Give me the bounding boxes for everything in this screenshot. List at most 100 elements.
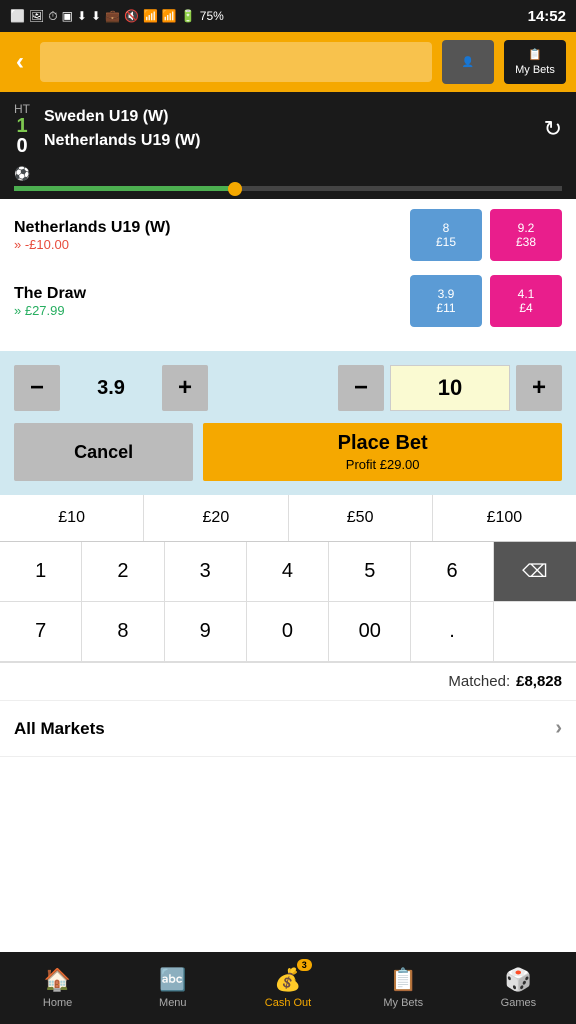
key-4[interactable]: 4 — [247, 542, 329, 602]
quick-10[interactable]: £10 — [0, 495, 144, 541]
ht-label: HT — [14, 102, 30, 116]
cashout-badge-wrap: 💰 3 — [274, 967, 301, 993]
key-empty — [494, 602, 576, 662]
key-00[interactable]: 00 — [329, 602, 411, 662]
mybets-icon: 📋 — [390, 967, 417, 993]
bottom-nav: 🏠 Home 🔤 Menu 💰 3 Cash Out 📋 My Bets 🎲 G… — [0, 952, 576, 1024]
top-nav: ‹ 👤 📋 My Bets — [0, 32, 576, 92]
matched-label: Matched: — [448, 673, 510, 690]
netherlands-odds: 8 £15 9.2 £38 — [410, 209, 562, 261]
stake-input[interactable] — [390, 365, 510, 411]
netherlands-lay-vol: £38 — [516, 235, 536, 249]
draw-odds: 3.9 £11 4.1 £4 — [410, 275, 562, 327]
download2-icon: ⬇ — [91, 9, 101, 23]
odds-stepper: − + — [14, 365, 328, 411]
wifi-icon: 📶 — [143, 9, 158, 23]
stake-increase-button[interactable]: + — [516, 365, 562, 411]
mybets-nav-button[interactable]: 📋 My Bets — [504, 40, 566, 84]
odds-value-input[interactable] — [66, 365, 156, 411]
key-1[interactable]: 1 — [0, 542, 82, 602]
nav-home[interactable]: 🏠 Home — [0, 952, 115, 1024]
score-home: 1 — [16, 116, 27, 136]
place-bet-profit: Profit £29.00 — [346, 457, 420, 472]
match-teams: Sweden U19 (W) Netherlands U19 (W) — [44, 105, 530, 153]
key-9[interactable]: 9 — [165, 602, 247, 662]
account-button[interactable]: 👤 — [442, 40, 494, 84]
match-header: HT 1 0 Sweden U19 (W) Netherlands U19 (W… — [0, 92, 576, 166]
key-2[interactable]: 2 — [82, 542, 164, 602]
key-3[interactable]: 3 — [165, 542, 247, 602]
key-backspace[interactable]: ⌫ — [494, 542, 576, 602]
cashout-icon: 💰 — [274, 967, 301, 992]
nav-games[interactable]: 🎲 Games — [461, 952, 576, 1024]
draw-pl: » £27.99 — [14, 303, 410, 318]
key-5[interactable]: 5 — [329, 542, 411, 602]
draw-lay-odds: 4.1 — [518, 287, 535, 301]
nav-cashout-label: Cash Out — [265, 997, 311, 1009]
battery-icon: 🔋 — [181, 9, 196, 23]
image-icon: 🖼 — [29, 9, 44, 23]
odds-decrease-button[interactable]: − — [14, 365, 60, 411]
progress-track — [14, 186, 562, 191]
wallet-icon: 💼 — [105, 9, 120, 23]
matched-row: Matched: £8,828 — [0, 663, 576, 701]
quick-100[interactable]: £100 — [433, 495, 576, 541]
quick-20[interactable]: £20 — [144, 495, 288, 541]
team-away: Netherlands U19 (W) — [44, 129, 530, 153]
netherlands-team-name: Netherlands U19 (W) — [14, 219, 410, 237]
download-icon: ⬇ — [77, 9, 87, 23]
draw-lay-btn[interactable]: 4.1 £4 — [490, 275, 562, 327]
brand-logo — [40, 42, 432, 82]
netherlands-back-vol: £15 — [436, 235, 456, 249]
back-button[interactable]: ‹ — [10, 48, 30, 76]
progress-marker — [228, 182, 242, 196]
nav-menu[interactable]: 🔤 Menu — [115, 952, 230, 1024]
betting-section: Netherlands U19 (W) » -£10.00 8 £15 9.2 … — [0, 199, 576, 351]
bet-actions: Cancel Place Bet Profit £29.00 — [14, 423, 562, 481]
all-markets-label: All Markets — [14, 719, 105, 739]
soccer-ball-icon: ⚽ — [14, 166, 30, 182]
bet-team-draw: The Draw » £27.99 — [14, 285, 410, 318]
key-dot[interactable]: . — [411, 602, 493, 662]
bet-slip: − + − + Cancel Place Bet Profit £29.00 — [0, 351, 576, 495]
draw-back-btn[interactable]: 3.9 £11 — [410, 275, 482, 327]
clock-icon: ⏱ — [48, 9, 57, 24]
odds-increase-button[interactable]: + — [162, 365, 208, 411]
nav-mybets-label: My Bets — [383, 997, 423, 1009]
key-6[interactable]: 6 — [411, 542, 493, 602]
draw-team-name: The Draw — [14, 285, 410, 303]
refresh-button[interactable]: ↻ — [544, 116, 562, 142]
match-score: HT 1 0 — [14, 102, 30, 156]
betslip-icon: 📋 — [528, 48, 542, 61]
signal-icon: 📶 — [162, 9, 177, 23]
stake-decrease-button[interactable]: − — [338, 365, 384, 411]
status-bar: ⬜ 🖼 ⏱ ▣ ⬇ ⬇ 💼 🔇 📶 📶 🔋 75% 14:52 — [0, 0, 576, 32]
score-away: 0 — [16, 136, 27, 156]
cancel-button[interactable]: Cancel — [14, 423, 193, 481]
draw-back-odds: 3.9 — [438, 287, 455, 301]
place-bet-button[interactable]: Place Bet Profit £29.00 — [203, 423, 562, 481]
netherlands-back-odds: 8 — [443, 221, 450, 235]
quick-50[interactable]: £50 — [289, 495, 433, 541]
battery-pct: 75% — [200, 9, 224, 23]
all-markets-row[interactable]: All Markets › — [0, 701, 576, 757]
key-8[interactable]: 8 — [82, 602, 164, 662]
nav-cashout[interactable]: 💰 3 Cash Out — [230, 952, 345, 1024]
netherlands-back-btn[interactable]: 8 £15 — [410, 209, 482, 261]
numpad: 1 2 3 4 5 6 ⌫ 7 8 9 0 00 . — [0, 542, 576, 663]
team-home: Sweden U19 (W) — [44, 105, 530, 129]
netherlands-lay-btn[interactable]: 9.2 £38 — [490, 209, 562, 261]
nav-home-label: Home — [43, 997, 72, 1009]
account-icon: 👤 — [462, 57, 474, 68]
screenshot-icon: ⬜ — [10, 9, 25, 23]
nav-mybets[interactable]: 📋 My Bets — [346, 952, 461, 1024]
mute-icon: 🔇 — [124, 9, 139, 23]
matched-value: £8,828 — [516, 673, 562, 690]
key-7[interactable]: 7 — [0, 602, 82, 662]
key-0[interactable]: 0 — [247, 602, 329, 662]
cashout-badge: 3 — [297, 959, 312, 971]
bet-slip-controls-row: − + − + — [14, 365, 562, 411]
netherlands-pl: » -£10.00 — [14, 237, 410, 252]
home-icon: 🏠 — [44, 967, 71, 993]
bet-row-draw: The Draw » £27.99 3.9 £11 4.1 £4 — [14, 275, 562, 327]
